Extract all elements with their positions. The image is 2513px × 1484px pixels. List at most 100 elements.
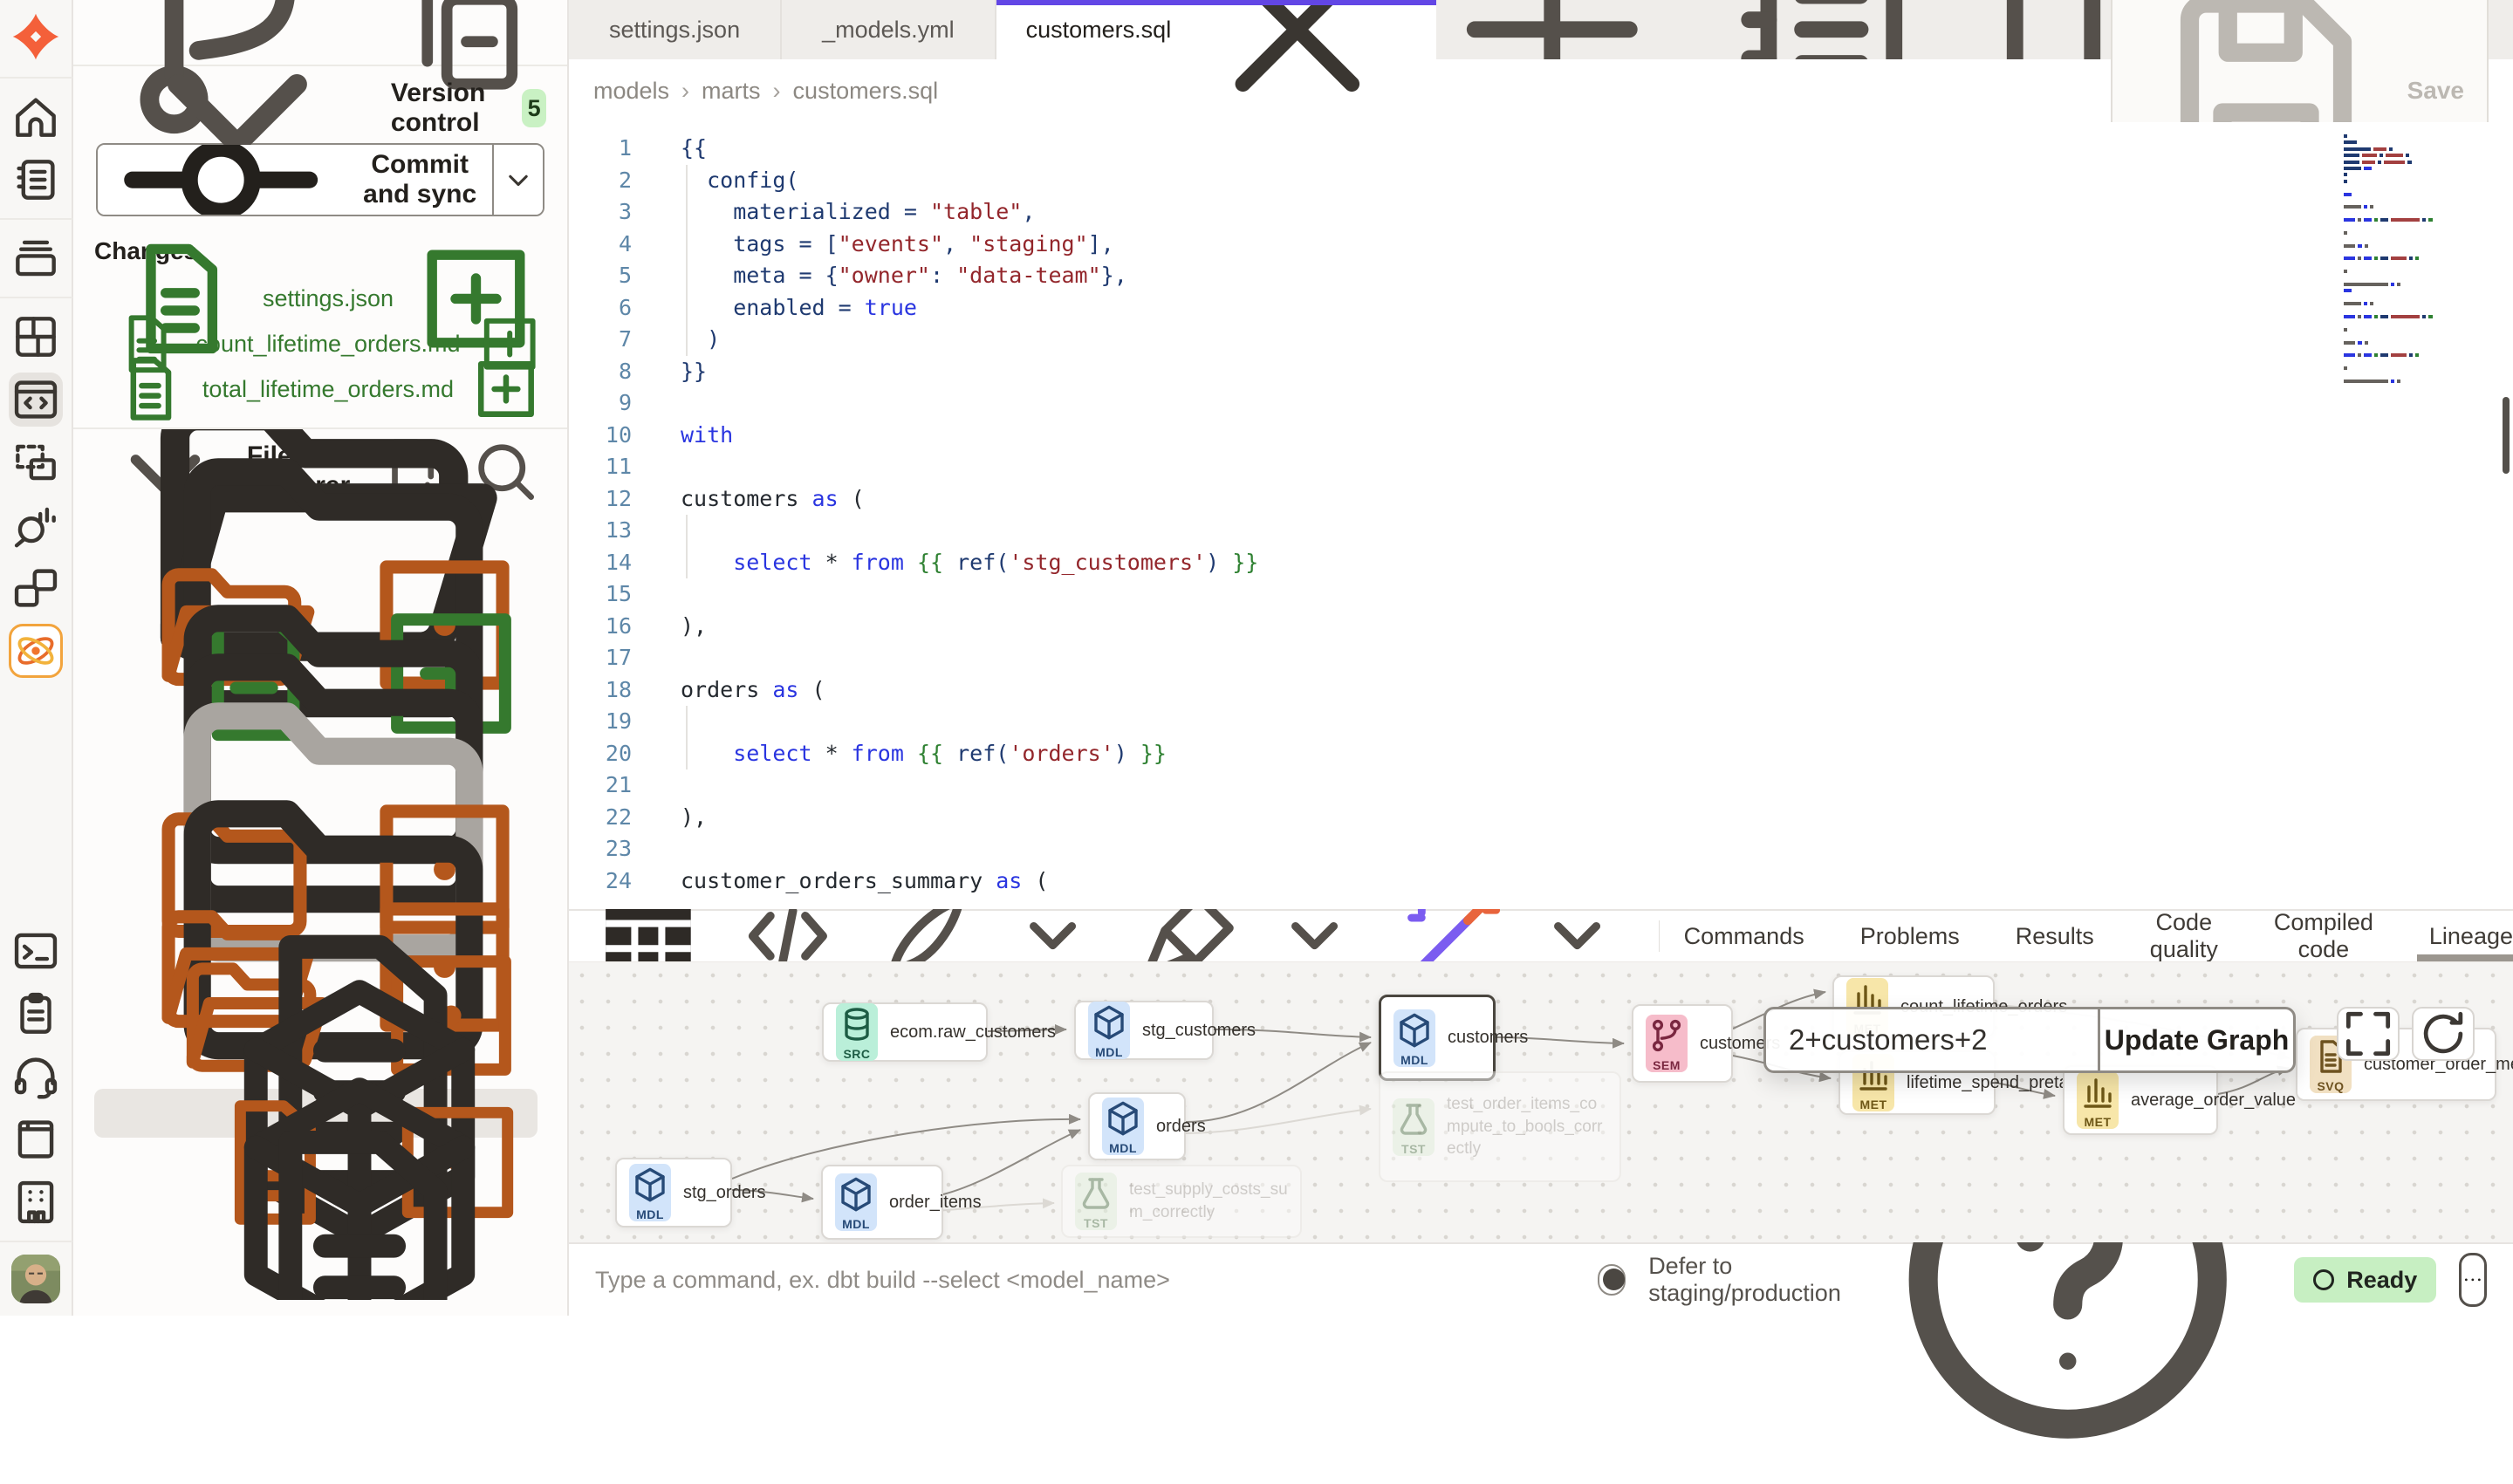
- line-number: 8: [569, 356, 665, 388]
- minimap[interactable]: [2344, 134, 2483, 386]
- rail-support-button[interactable]: [9, 1050, 63, 1104]
- stack-icon: [9, 231, 63, 285]
- line-number: 24: [569, 865, 665, 898]
- lineage-selector: 2+customers+2 Update Graph: [1763, 1007, 2296, 1073]
- tab-models-yml[interactable]: _models.yml: [782, 0, 996, 59]
- rail-notebook-button[interactable]: [9, 153, 63, 207]
- scrollbar-thumb[interactable]: [2503, 397, 2510, 474]
- user-avatar[interactable]: [11, 1255, 60, 1303]
- tab-label: settings.json: [609, 17, 740, 44]
- code-line-24: 24customer_orders_summary as (: [569, 865, 2513, 898]
- code-line-2: 2 config(: [569, 165, 2513, 197]
- cube-icon: [835, 1173, 877, 1215]
- panel-tabs: Commands Problems Results Code quality C…: [1684, 910, 2513, 962]
- code-editor-icon: [9, 373, 63, 427]
- rail-ide-button[interactable]: [9, 373, 63, 427]
- flask-icon: [1075, 1173, 1117, 1214]
- close-icon[interactable]: [1188, 0, 1407, 139]
- rail-dashboard-button[interactable]: [9, 310, 63, 364]
- panel-tab-results[interactable]: Results: [2016, 910, 2094, 962]
- code-line-5: 5 meta = {"owner": "data-team"},: [569, 260, 2513, 292]
- code-line-18: 18orders as (: [569, 674, 2513, 707]
- line-number: 13: [569, 515, 665, 547]
- lineage-node-label: lifetime_spend_pretax: [1907, 1073, 2078, 1093]
- toggle-knob: [1603, 1269, 1625, 1290]
- code-line-3: 3 materialized = "table",: [569, 196, 2513, 229]
- lineage-fullscreen-button[interactable]: [2337, 1007, 2400, 1061]
- lineage-node-test_supply_costs_sum_correctly[interactable]: TSTtest_supply_costs_sum_correctly: [1061, 1165, 1302, 1238]
- rail-logs-button[interactable]: [9, 987, 63, 1041]
- panel-tab-compiled-code[interactable]: Compiled code: [2274, 910, 2373, 962]
- lineage-selector-input[interactable]: 2+customers+2: [1766, 1009, 2098, 1070]
- line-number: 19: [569, 706, 665, 738]
- rail-organization-button[interactable]: [9, 1175, 63, 1229]
- rail-visual-editor-button[interactable]: [9, 435, 63, 489]
- lineage-node-ecom.raw_customers[interactable]: SRCecom.raw_customers: [822, 1002, 988, 1062]
- breadcrumb-item[interactable]: customers.sql: [793, 78, 939, 105]
- lineage-node-stg_orders[interactable]: MDLstg_orders: [615, 1158, 732, 1228]
- code-line-22: 22),: [569, 802, 2513, 834]
- breadcrumb-item[interactable]: marts: [702, 78, 761, 105]
- panel-tab-code-quality[interactable]: Code quality: [2150, 910, 2218, 962]
- tab-settings-json[interactable]: settings.json: [569, 0, 782, 59]
- line-number: 9: [569, 387, 665, 420]
- code-line-17: 17: [569, 642, 2513, 674]
- sem-badge: SEM: [1646, 1015, 1688, 1072]
- code-editor[interactable]: 1{{2 config(3 materialized = "table",4 t…: [569, 122, 2513, 909]
- lineage-node-customers[interactable]: SEMcustomers: [1632, 1004, 1733, 1083]
- lineage-node-label: ecom.raw_customers: [890, 1022, 1056, 1043]
- rail-terminal-button[interactable]: [9, 924, 63, 978]
- code-line-6: 6 enabled = true: [569, 292, 2513, 325]
- version-control-section: Version control 5 Commit and sync Change…: [73, 66, 567, 427]
- code-line-11: 11: [569, 451, 2513, 483]
- panel-tab-lineage[interactable]: Lineage: [2429, 910, 2513, 962]
- breadcrumb-item[interactable]: models: [593, 78, 669, 105]
- defer-toggle[interactable]: [1598, 1264, 1626, 1296]
- rail-divider: [0, 297, 72, 298]
- line-number: 16: [569, 611, 665, 643]
- tab-customers-sql[interactable]: customers.sql: [996, 0, 1436, 59]
- tree-item-locations.yml[interactable]: locations.yml: [94, 1235, 538, 1284]
- cube-icon: [629, 1164, 671, 1206]
- code-line-16: 16),: [569, 611, 2513, 643]
- search-insights-icon: [9, 498, 63, 552]
- rail-divider: [0, 218, 72, 220]
- line-number: 7: [569, 324, 665, 356]
- commit-button-label: Commit and sync: [353, 150, 487, 209]
- code-line-19: 19: [569, 706, 2513, 738]
- lineage-node-customers[interactable]: MDLcustomers: [1379, 995, 1496, 1081]
- frame-select-icon: [9, 435, 63, 489]
- book-icon: [9, 1112, 63, 1166]
- line-number: 5: [569, 260, 665, 292]
- lineage-node-orders[interactable]: MDLorders: [1088, 1092, 1186, 1160]
- panel-tab-problems[interactable]: Problems: [1860, 910, 1960, 962]
- line-number: 3: [569, 196, 665, 229]
- lineage-refresh-button[interactable]: [2412, 1007, 2475, 1061]
- rail-orchestration-button[interactable]: [9, 561, 63, 615]
- lineage-canvas[interactable]: SRCecom.raw_customers MDLstg_customers MDL…: [569, 961, 2513, 1242]
- rail-docs-button[interactable]: [9, 1112, 63, 1166]
- commit-and-sync-button[interactable]: Commit and sync: [98, 145, 492, 215]
- update-graph-button[interactable]: Update Graph: [2098, 1009, 2293, 1070]
- rail-insights-button[interactable]: [9, 498, 63, 552]
- cube-icon: [1393, 1009, 1435, 1051]
- version-control-header[interactable]: Version control 5: [94, 82, 546, 134]
- rail-catalog-button[interactable]: [9, 231, 63, 285]
- lineage-node-average_order_value[interactable]: METaverage_order_value: [2063, 1065, 2218, 1135]
- lineage-node-order_items[interactable]: MDLorder_items: [821, 1165, 943, 1240]
- home-icon: [9, 90, 63, 144]
- lineage-node-test_order_items_compute_to_bools_correctly[interactable]: TSTtest_order_items_compute_to_bools_cor…: [1379, 1071, 1621, 1182]
- rail-home-button[interactable]: [9, 90, 63, 144]
- lineage-node-stg_customers[interactable]: MDLstg_customers: [1074, 1001, 1214, 1060]
- file-tree: docs-cloud.github.vscodesettings.jsonana…: [94, 503, 546, 1284]
- commit-options-caret[interactable]: [492, 145, 543, 215]
- sidebar: matthewshaver-patch-1 Version control 5 …: [73, 0, 569, 1316]
- branch-icon: [1646, 1015, 1688, 1057]
- changed-file-name: settings.json: [263, 285, 394, 312]
- rail-copilot-button[interactable]: [9, 624, 63, 678]
- panel-tab-commands[interactable]: Commands: [1684, 910, 1804, 962]
- lineage-node-label: order_items: [889, 1193, 982, 1213]
- command-input[interactable]: Type a command, ex. dbt build --select <…: [595, 1267, 1170, 1294]
- status-more-button[interactable]: [2459, 1253, 2487, 1307]
- changed-file-row[interactable]: total_lifetime_orders.md: [94, 366, 546, 412]
